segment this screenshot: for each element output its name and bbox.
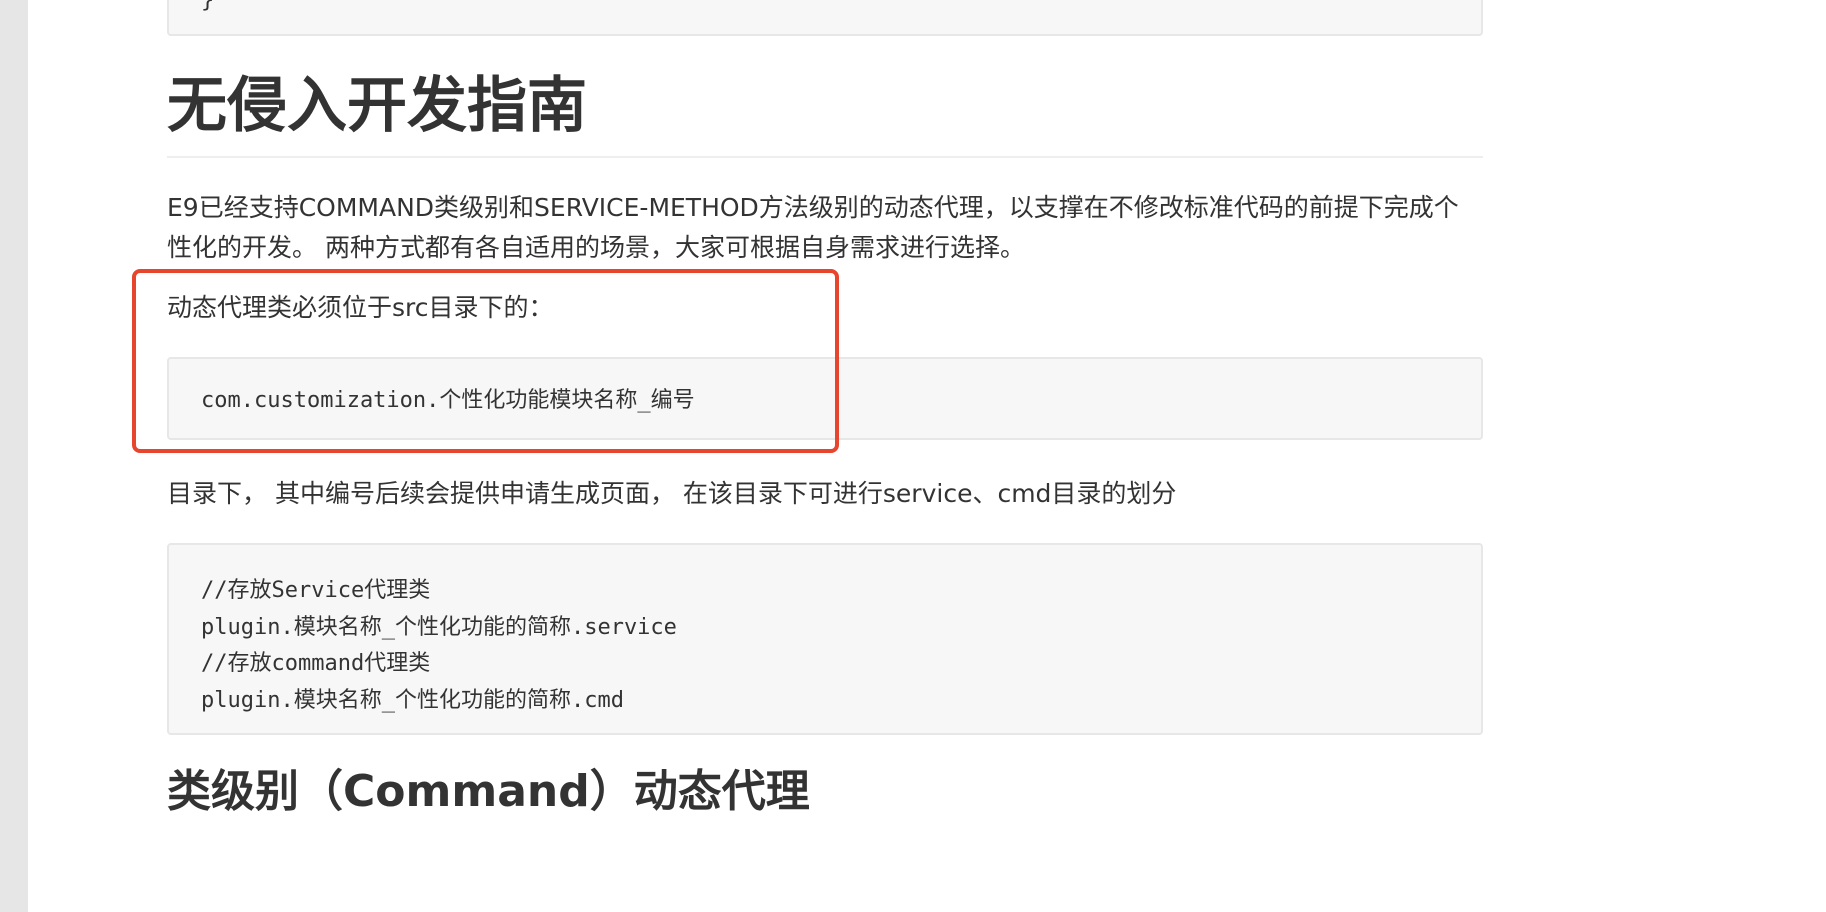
package-code-line: com.customization.个性化功能模块名称_编号 xyxy=(201,388,695,413)
requirement-text: 动态代理类必须位于src目录下的： xyxy=(167,293,554,322)
code-line: plugin.模块名称_个性化功能的简称.cmd xyxy=(201,687,624,713)
code-line: //存放command代理类 xyxy=(201,651,431,676)
directory-explanation: 目录下， 其中编号后续会提供申请生成页面， 在该目录下可进行service、cm… xyxy=(167,479,1177,508)
document-page: } 无侵入开发指南 E9已经支持COMMAND类级别和SERVICE-METHO… xyxy=(0,0,1826,912)
directory-code-block: //存放Service代理类 plugin.模块名称_个性化功能的简称.serv… xyxy=(167,543,1483,735)
next-section-title: 类级别（Command）动态代理 xyxy=(167,766,810,817)
intro-paragraph: E9已经支持COMMAND类级别和SERVICE-METHOD方法级别的动态代理… xyxy=(167,193,1459,262)
code-line: plugin.模块名称_个性化功能的简称.service xyxy=(201,614,677,640)
code-line: //存放Service代理类 xyxy=(201,578,431,603)
previous-code-tail: } xyxy=(201,0,215,13)
package-code-block: com.customization.个性化功能模块名称_编号 xyxy=(167,357,1483,440)
section-title: 无侵入开发指南 xyxy=(167,71,587,141)
heading-divider xyxy=(167,156,1483,158)
previous-code-block: } xyxy=(167,0,1483,36)
